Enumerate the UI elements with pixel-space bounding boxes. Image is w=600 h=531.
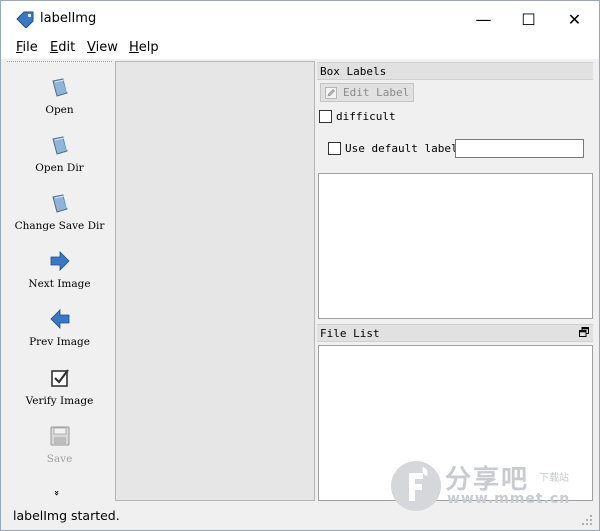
arrow-left-icon — [50, 309, 70, 329]
open-label: Open — [45, 104, 74, 116]
toolbar: Open Open Dir Change Save Dir Next Image — [7, 61, 112, 503]
minimize-icon: — — [475, 9, 492, 29]
save-label: Save — [46, 453, 73, 465]
verify-image-button[interactable]: Verify Image — [7, 363, 112, 417]
change-save-dir-label: Change Save Dir — [14, 220, 105, 232]
box-labels-title: Box Labels — [320, 65, 387, 78]
watermark-url: www.mmet.cn — [447, 491, 571, 507]
pencil-icon — [325, 87, 337, 99]
menu-edit[interactable]: Edit — [50, 40, 75, 55]
open-button[interactable]: Open — [7, 72, 112, 126]
next-image-button[interactable]: Next Image — [7, 246, 112, 300]
menu-help[interactable]: Help — [129, 40, 159, 55]
watermark: 分享吧 下载站 www.mmet.cn — [389, 459, 589, 515]
menu-bar: File Edit View Help — [1, 37, 599, 59]
menu-file[interactable]: File — [16, 40, 38, 55]
verify-image-label: Verify Image — [25, 395, 94, 407]
checkbox-checked-icon — [51, 369, 69, 387]
watermark-subtitle: 下载站 — [539, 473, 569, 484]
watermark-logo-icon — [391, 461, 441, 511]
use-default-label-label: Use default label — [345, 142, 458, 155]
default-label-input[interactable] — [455, 139, 584, 158]
floppy-disk-icon — [50, 426, 70, 446]
open-dir-button[interactable]: Open Dir — [7, 130, 112, 184]
difficult-label: difficult — [336, 110, 396, 123]
image-canvas[interactable] — [115, 61, 315, 501]
chevron-double-down-icon: » — [50, 490, 61, 496]
toolbar-extension-button[interactable]: » — [51, 490, 61, 496]
maximize-button[interactable]: ☐ — [506, 1, 551, 37]
edit-label-button[interactable]: Edit Label — [320, 83, 414, 102]
prev-image-label: Prev Image — [29, 336, 90, 348]
maximize-icon: ☐ — [521, 9, 536, 29]
file-list-title: File List — [320, 327, 380, 340]
open-dir-label: Open Dir — [35, 162, 84, 174]
next-image-label: Next Image — [28, 278, 91, 290]
difficult-checkbox[interactable] — [319, 110, 332, 123]
box-labels-dock-title: Box Labels — [317, 62, 593, 80]
status-text: labelImg started. — [13, 508, 120, 523]
change-save-dir-button[interactable]: Change Save Dir — [7, 188, 112, 242]
resize-grip-icon[interactable] — [581, 514, 593, 526]
folder-open-icon — [52, 136, 68, 155]
title-bar: labelImg — ☐ ✕ — [1, 1, 599, 37]
float-window-icon[interactable] — [579, 327, 589, 337]
arrow-right-icon — [50, 251, 70, 271]
save-button[interactable]: Save — [7, 421, 112, 475]
minimize-button[interactable]: — — [461, 1, 506, 37]
file-list-dock-title: File List — [317, 324, 593, 342]
folder-open-icon — [52, 194, 68, 213]
folder-open-icon — [52, 78, 68, 97]
menu-view[interactable]: View — [87, 40, 118, 55]
app-window: labelImg — ☐ ✕ File Edit View Help Open — [0, 0, 600, 531]
use-default-label-checkbox[interactable] — [328, 142, 341, 155]
close-button[interactable]: ✕ — [552, 1, 597, 37]
edit-label-text: Edit Label — [343, 86, 410, 99]
tag-icon — [16, 11, 34, 28]
window-title: labelImg — [40, 11, 97, 26]
close-icon: ✕ — [567, 9, 582, 29]
prev-image-button[interactable]: Prev Image — [7, 304, 112, 358]
label-list[interactable] — [318, 173, 593, 319]
